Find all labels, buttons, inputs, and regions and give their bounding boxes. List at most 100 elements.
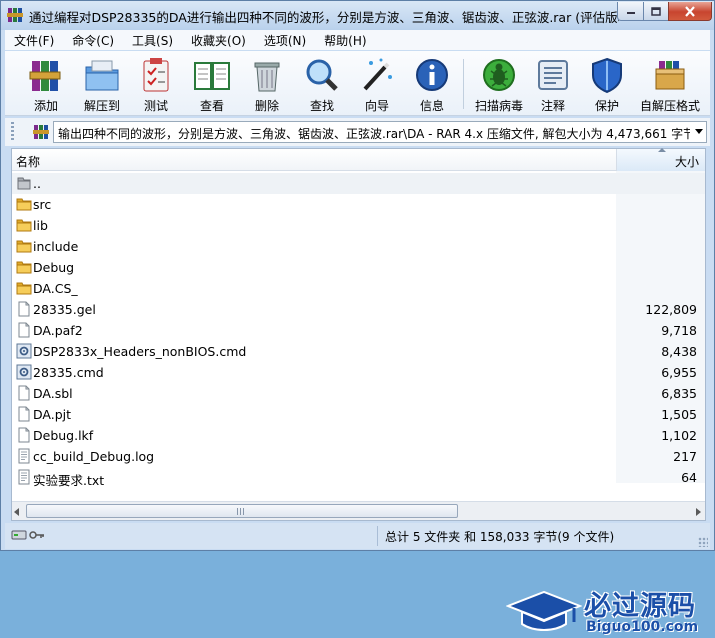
- status-divider: [377, 526, 378, 546]
- info-label: 信息: [419, 99, 444, 113]
- file-row[interactable]: DA.paf2 9,718: [12, 320, 705, 341]
- folder-icon: [16, 198, 32, 211]
- menu-bar: 文件(F) 命令(C) 工具(S) 收藏夹(O) 选项(N) 帮助(H): [5, 30, 710, 50]
- title-bar: 通过编程对DSP28335的DA进行输出四种不同的波形，分别是方波、三角波、锯齿…: [1, 1, 714, 30]
- folder-icon: [16, 219, 32, 232]
- file-icon: [18, 322, 30, 338]
- window-title: 通过编程对DSP28335的DA进行输出四种不同的波形，分别是方波、三角波、锯齿…: [29, 10, 619, 25]
- view-button[interactable]: 查看: [186, 55, 238, 113]
- file-row[interactable]: 28335.gel 122,809: [12, 299, 705, 320]
- settings-file-icon: [16, 364, 32, 380]
- file-list: 名称 大小 .. src lib include Debug DA.CS_ 28335.ge…: [11, 148, 706, 635]
- file-row[interactable]: DSP2833x_Headers_nonBIOS.cmd 8,438: [12, 341, 705, 362]
- file-icon: [18, 301, 30, 317]
- winrar-app-icon: [7, 8, 23, 22]
- parent-folder-icon: [17, 177, 31, 190]
- file-row[interactable]: DA.CS_: [12, 278, 705, 299]
- file-rows: .. src lib include Debug DA.CS_ 28335.gel 122,8…: [12, 173, 705, 488]
- watermark-text: 必过源码: [584, 591, 696, 622]
- address-grip[interactable]: [11, 122, 14, 142]
- key-icon[interactable]: [29, 528, 45, 542]
- file-size: 6,955: [661, 365, 697, 380]
- comment-button[interactable]: 注释: [527, 55, 579, 113]
- protect-button[interactable]: 保护: [581, 55, 633, 113]
- file-row[interactable]: 实验要求.txt 64: [12, 467, 705, 488]
- folder-icon: [16, 261, 32, 274]
- menu-help[interactable]: 帮助(H): [315, 30, 375, 50]
- list-header: 名称 大小: [12, 148, 705, 171]
- info-icon: [416, 59, 448, 91]
- file-icon: [18, 427, 30, 443]
- wizard-button[interactable]: 向导: [351, 55, 403, 113]
- status-summary: 总计 5 文件夹 和 158,033 字节(9 个文件): [385, 530, 615, 544]
- sort-arrow-icon: [658, 148, 666, 152]
- scroll-left-icon[interactable]: [14, 508, 19, 516]
- scroll-grip: [237, 508, 245, 515]
- toolbar-separator: [463, 59, 464, 109]
- add-button[interactable]: 添加: [20, 55, 72, 113]
- scan-virus-label: 扫描病毒: [474, 99, 523, 113]
- minimize-button[interactable]: [617, 2, 644, 21]
- graduation-cap-icon: [506, 590, 582, 631]
- scroll-thumb[interactable]: [26, 504, 458, 518]
- file-size: 6,835: [661, 386, 697, 401]
- find-button[interactable]: 查找: [296, 55, 348, 113]
- chevron-down-icon[interactable]: [695, 129, 703, 134]
- column-name[interactable]: 名称: [16, 153, 40, 170]
- file-name: lib: [33, 218, 48, 233]
- file-row[interactable]: include: [12, 236, 705, 257]
- file-name: DA.CS_: [33, 281, 78, 296]
- file-row[interactable]: 28335.cmd 6,955: [12, 362, 705, 383]
- file-name: ..: [33, 176, 41, 191]
- file-row[interactable]: Debug: [12, 257, 705, 278]
- drive-icon[interactable]: [11, 528, 27, 542]
- file-row[interactable]: src: [12, 194, 705, 215]
- scan-virus-button[interactable]: 扫描病毒: [471, 55, 527, 113]
- resize-grip[interactable]: [698, 537, 708, 547]
- add-label: 添加: [33, 99, 58, 113]
- file-name: 28335.gel: [33, 302, 96, 317]
- file-name: 28335.cmd: [33, 365, 104, 380]
- sfx-box-icon: [655, 61, 685, 90]
- test-button[interactable]: 测试: [130, 55, 182, 113]
- file-row[interactable]: cc_build_Debug.log 217: [12, 446, 705, 467]
- menu-options[interactable]: 选项(N): [255, 30, 315, 50]
- toolbar: 添加 解压到 测试 查看 删除 查找 向导 信息 扫描病毒 注释 保护 自解压格…: [5, 51, 710, 116]
- settings-file-icon: [16, 343, 32, 359]
- column-size[interactable]: 大小: [616, 148, 705, 171]
- trash-bin-icon: [254, 62, 280, 92]
- file-row[interactable]: DA.sbl 6,835: [12, 383, 705, 404]
- menu-commands[interactable]: 命令(C): [63, 30, 123, 50]
- parent-folder-row[interactable]: ..: [12, 173, 705, 194]
- file-icon: [18, 406, 30, 422]
- file-name: include: [33, 239, 79, 254]
- virus-scan-icon: [483, 59, 515, 91]
- maximize-icon: [651, 6, 661, 16]
- file-row[interactable]: DA.pjt 1,505: [12, 404, 705, 425]
- column-size-label: 大小: [674, 155, 699, 169]
- address-field[interactable]: 输出四种不同的波形，分别是方波、三角波、锯齿波、正弦波.rar\DA - RAR…: [53, 121, 707, 143]
- maximize-button[interactable]: [643, 2, 669, 21]
- file-row[interactable]: Debug.lkf 1,102: [12, 425, 705, 446]
- horizontal-scrollbar[interactable]: [12, 501, 705, 520]
- address-path: 输出四种不同的波形，分别是方波、三角波、锯齿波、正弦波.rar\DA - RAR…: [58, 127, 690, 141]
- scroll-right-icon[interactable]: [696, 508, 701, 516]
- file-name: Debug.lkf: [33, 428, 94, 443]
- menu-file[interactable]: 文件(F): [5, 30, 63, 50]
- folder-icon: [16, 282, 32, 295]
- extract-to-button[interactable]: 解压到: [76, 55, 128, 113]
- close-button[interactable]: [668, 2, 712, 21]
- file-size: 9,718: [661, 323, 697, 338]
- sfx-button[interactable]: 自解压格式: [637, 55, 703, 113]
- archive-icon: [33, 125, 49, 139]
- wizard-label: 向导: [364, 99, 389, 113]
- delete-button[interactable]: 删除: [241, 55, 293, 113]
- extract-to-label: 解压到: [83, 99, 120, 113]
- info-button[interactable]: 信息: [406, 55, 458, 113]
- menu-favorites[interactable]: 收藏夹(O): [182, 30, 255, 50]
- menu-tools[interactable]: 工具(S): [123, 30, 182, 50]
- file-row[interactable]: lib: [12, 215, 705, 236]
- text-file-icon: [18, 448, 30, 464]
- folder-extract-icon: [85, 60, 119, 91]
- file-size: 64: [681, 470, 697, 485]
